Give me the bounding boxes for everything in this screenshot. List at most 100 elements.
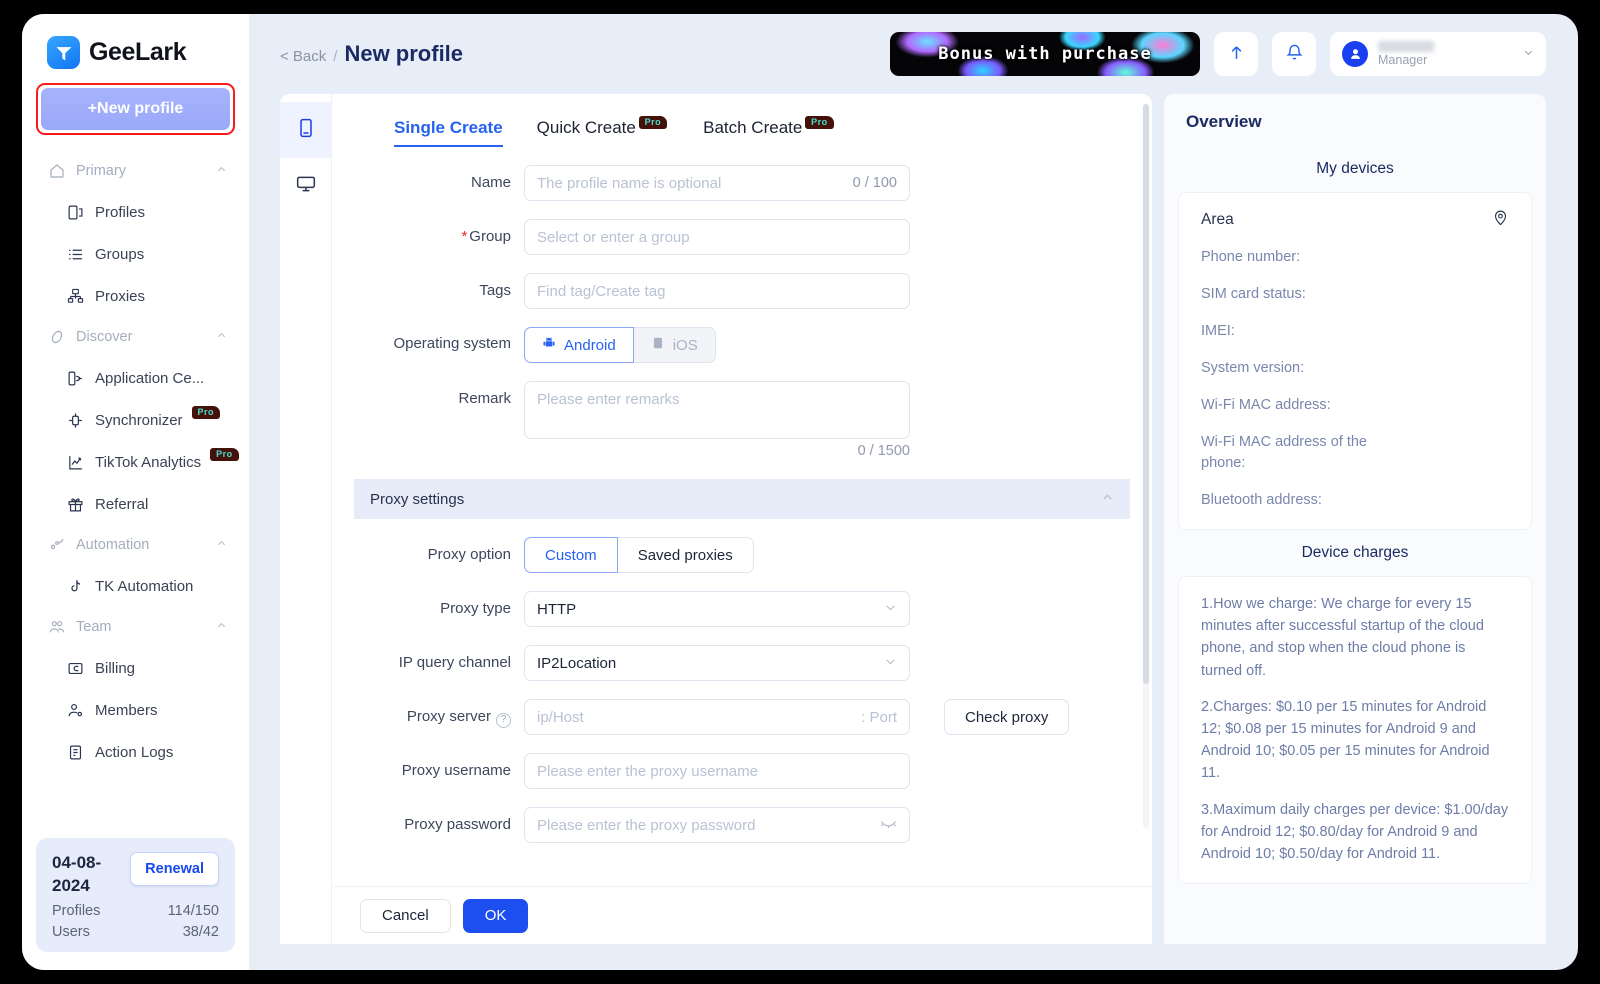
plan-row-profiles: Profiles 114/150 — [52, 903, 219, 919]
plan-row-value: 114/150 — [167, 903, 219, 919]
tab-label: Single Create — [394, 118, 503, 137]
proxy-username-input[interactable]: Please enter the proxy username — [524, 753, 910, 789]
chevron-up-icon — [216, 619, 227, 635]
form-scrollbar-thumb[interactable] — [1143, 104, 1149, 684]
proxy-password-input[interactable]: Please enter the proxy password — [524, 807, 910, 843]
required-marker: * — [461, 228, 468, 245]
field-label: Proxy type — [440, 600, 511, 617]
notifications-button[interactable] — [1272, 32, 1316, 76]
user-role: Manager — [1378, 53, 1428, 67]
plan-row-label: Users — [52, 924, 90, 940]
name-input-placeholder: The profile name is optional — [537, 174, 722, 192]
sidebar-item-label: Referral — [95, 495, 149, 513]
automation-icon — [48, 536, 66, 554]
billing-card-icon — [66, 659, 84, 677]
user-account-menu[interactable]: Manager — [1330, 32, 1546, 76]
sidebar-item-synchronizer[interactable]: Synchronizer Pro — [22, 399, 249, 441]
sidebar-item-billing[interactable]: Billing — [22, 647, 249, 689]
device-charges-title: Device charges — [1301, 544, 1409, 562]
overview-title: Overview — [1186, 112, 1262, 131]
cancel-button[interactable]: Cancel — [360, 898, 451, 933]
proxy-host-placeholder: ip/Host — [537, 708, 584, 726]
new-profile-button[interactable]: +New profile — [41, 88, 230, 130]
sidebar-item-action-logs[interactable]: Action Logs — [22, 731, 249, 773]
sidebar-group-primary[interactable]: Primary — [22, 151, 249, 191]
sidebar-item-label: Billing — [95, 659, 136, 677]
field-proxy-password: Proxy password Please enter the proxy pa… — [332, 807, 1152, 843]
field-proxy-server: Proxy server? ip/Host : Port Check proxy — [332, 699, 1152, 735]
name-input[interactable]: The profile name is optional 0 / 100 — [524, 165, 910, 201]
device-charges-card: 1.How we charge: We charge for every 15 … — [1178, 576, 1532, 885]
brand: GeeLark — [22, 14, 249, 83]
field-label: Tags — [479, 282, 511, 299]
field-label: Name — [470, 174, 511, 191]
proxy-server-input[interactable]: ip/Host : Port — [524, 699, 910, 735]
field-proxy-username: Proxy username Please enter the proxy us… — [332, 753, 1152, 789]
proxy-option-segmented-control: Custom Saved proxies — [524, 537, 754, 573]
group-input[interactable]: Select or enter a group — [524, 219, 910, 255]
tab-quick-create[interactable]: Quick Create Pro — [537, 116, 669, 145]
os-option-android[interactable]: Android — [524, 327, 634, 363]
pro-badge: Pro — [638, 116, 668, 129]
tab-label: Batch Create — [703, 118, 803, 137]
proxy-option-label: Custom — [545, 546, 597, 564]
ip-query-channel-select[interactable]: IP2Location — [524, 645, 910, 681]
renewal-button[interactable]: Renewal — [130, 852, 219, 887]
field-remark: Remark Please enter remarks 0 / 1500 — [332, 381, 1152, 459]
device-tab-phone[interactable] — [280, 102, 331, 158]
tab-single-create[interactable]: Single Create — [394, 118, 503, 147]
field-label-text: Group — [469, 228, 511, 245]
proxy-settings-section-header[interactable]: Proxy settings — [354, 479, 1130, 519]
bonus-promo-banner[interactable]: Bonus with purchase — [890, 32, 1200, 76]
bell-notification-icon — [1285, 43, 1304, 65]
remark-wrap: Please enter remarks 0 / 1500 — [524, 381, 910, 459]
new-profile-form-card: Single Create Quick Create Pro Batch Cre… — [280, 94, 1152, 944]
device-tab-desktop[interactable] — [280, 158, 331, 214]
check-proxy-button[interactable]: Check proxy — [944, 699, 1070, 735]
location-pin-icon[interactable] — [1492, 209, 1509, 231]
field-operating-system: Operating system Android iOS — [332, 327, 1152, 363]
sidebar-group-discover[interactable]: Discover — [22, 317, 249, 357]
sidebar-item-groups[interactable]: Groups — [22, 233, 249, 275]
proxy-option-saved[interactable]: Saved proxies — [617, 537, 754, 573]
remark-textarea[interactable]: Please enter remarks — [524, 381, 910, 439]
home-icon — [48, 162, 66, 180]
sidebar-group-automation[interactable]: Automation — [22, 525, 249, 565]
proxy-option-custom[interactable]: Custom — [524, 537, 618, 573]
field-label: IP query channel — [398, 654, 511, 671]
sidebar-item-label: Proxies — [95, 287, 146, 305]
chevron-down-icon — [884, 655, 897, 671]
proxy-type-select[interactable]: HTTP — [524, 591, 910, 627]
sidebar-item-members[interactable]: Members — [22, 689, 249, 731]
eye-off-icon[interactable] — [880, 817, 897, 833]
device-field: Wi-Fi MAC address: — [1201, 397, 1331, 414]
field-ip-query-channel: IP query channel IP2Location — [332, 645, 1152, 681]
sidebar-nav: Primary Profiles Groups Proxies Discover… — [22, 145, 249, 828]
os-option-ios[interactable]: iOS — [633, 327, 716, 363]
tags-input-placeholder: Find tag/Create tag — [537, 282, 666, 300]
group-input-placeholder: Select or enter a group — [537, 228, 690, 246]
tags-input[interactable]: Find tag/Create tag — [524, 273, 910, 309]
proxy-password-placeholder: Please enter the proxy password — [537, 816, 756, 834]
tab-batch-create[interactable]: Batch Create Pro — [703, 116, 835, 145]
back-link[interactable]: < Back — [280, 48, 326, 65]
form-scrollbar-track[interactable] — [1143, 104, 1149, 828]
sidebar-item-application-center[interactable]: Application Ce... — [22, 357, 249, 399]
chevron-up-icon — [216, 329, 227, 345]
sidebar-item-proxies[interactable]: Proxies — [22, 275, 249, 317]
question-mark-icon[interactable]: ? — [496, 712, 511, 728]
sidebar-item-referral[interactable]: Referral — [22, 483, 249, 525]
sidebar-item-profiles[interactable]: Profiles — [22, 191, 249, 233]
upgrade-button[interactable] — [1214, 32, 1258, 76]
geelark-logo-icon — [47, 36, 80, 69]
ok-button[interactable]: OK — [462, 898, 529, 933]
device-field: Wi-Fi MAC address of the phone: — [1201, 434, 1367, 472]
plan-row-value: 38/42 — [182, 924, 219, 940]
profiles-icon — [66, 203, 84, 221]
sidebar-group-team[interactable]: Team — [22, 607, 249, 647]
sidebar-item-tiktok-analytics[interactable]: TikTok Analytics Pro — [22, 441, 249, 483]
sidebar-item-label: TK Automation — [95, 577, 194, 595]
os-option-label: iOS — [672, 336, 698, 354]
device-area-row: Area — [1201, 209, 1509, 231]
sidebar-item-tk-automation[interactable]: TK Automation — [22, 565, 249, 607]
